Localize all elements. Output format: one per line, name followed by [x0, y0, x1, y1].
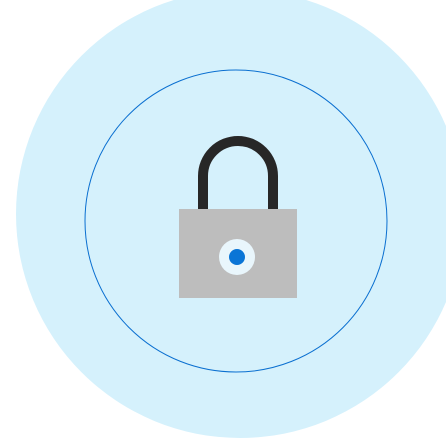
keyhole-dot: [229, 249, 245, 265]
lock-illustration: [0, 0, 446, 446]
lock-illustration-graphic: [16, 0, 446, 438]
